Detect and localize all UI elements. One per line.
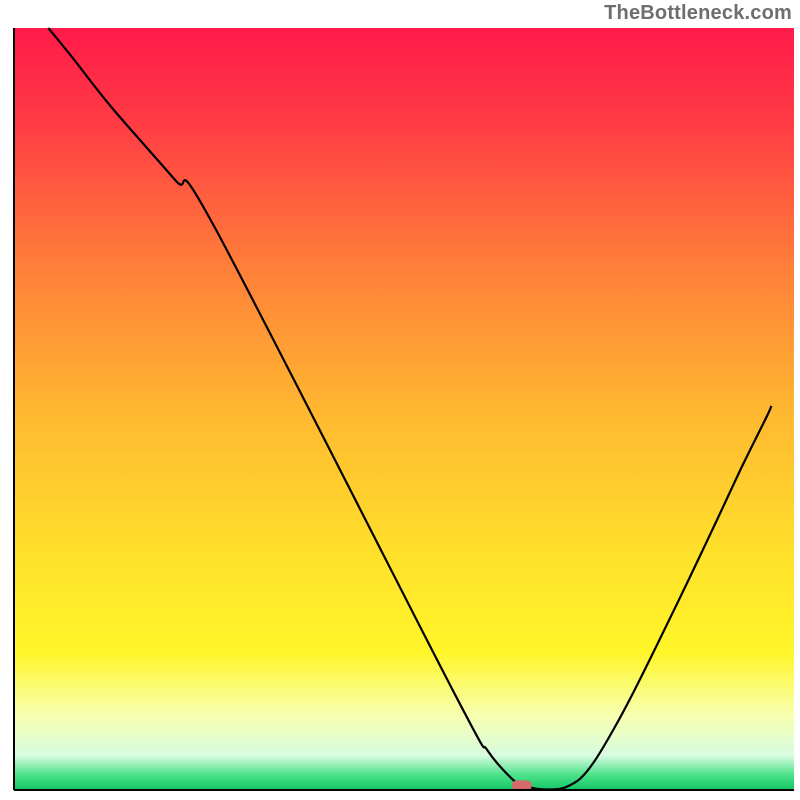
- bottleneck-chart: TheBottleneck.com: [0, 0, 800, 800]
- optimal-marker: [512, 780, 532, 790]
- plot-background: [14, 28, 794, 790]
- chart-canvas: [0, 0, 800, 800]
